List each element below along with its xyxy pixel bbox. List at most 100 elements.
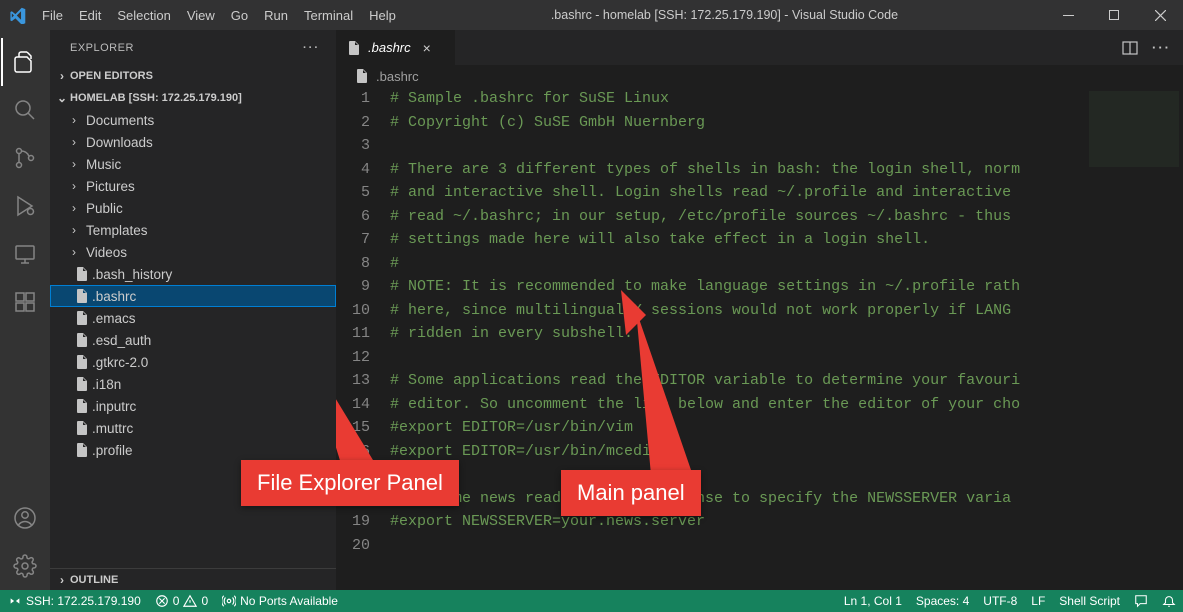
breadcrumb[interactable]: .bashrc [336,65,1183,87]
folder-label: Music [86,157,121,172]
menu-view[interactable]: View [179,0,223,30]
maximize-button[interactable] [1091,0,1137,30]
menu-go[interactable]: Go [223,0,256,30]
file-icon [72,442,92,458]
code-editor[interactable]: 1234567891011121314151617181920 # Sample… [336,87,1183,590]
status-bell-icon[interactable] [1155,590,1183,612]
status-eol[interactable]: LF [1024,590,1052,612]
status-cursor[interactable]: Ln 1, Col 1 [837,590,909,612]
window-controls [1045,0,1183,30]
menu-selection[interactable]: Selection [109,0,178,30]
folder-public[interactable]: ›Public [50,197,336,219]
file-esd_auth[interactable]: .esd_auth [50,329,336,351]
editor-tabs: .bashrc × ··· [336,30,1183,65]
file-label: .muttrc [92,421,133,436]
chevron-down-icon: ⌄ [54,91,70,105]
outline-label: OUTLINE [70,574,118,586]
file-icon [354,68,370,84]
tab-bashrc[interactable]: .bashrc × [336,30,456,65]
minimize-button[interactable] [1045,0,1091,30]
file-label: .gtkrc-2.0 [92,355,148,370]
file-gtkrc-2.0[interactable]: .gtkrc-2.0 [50,351,336,373]
status-ports-label: No Ports Available [240,594,338,608]
activity-search-icon[interactable] [1,86,49,134]
chevron-right-icon: › [72,201,86,215]
file-label: .profile [92,443,133,458]
activity-remote-icon[interactable] [1,230,49,278]
folder-label: Documents [86,113,154,128]
status-errors: 0 [173,594,180,608]
folder-music[interactable]: ›Music [50,153,336,175]
folder-label: Downloads [86,135,153,150]
status-ports[interactable]: No Ports Available [215,590,345,612]
activity-accounts-icon[interactable] [1,494,49,542]
sidebar-more-icon[interactable]: ··· [303,42,320,54]
file-i18n[interactable]: .i18n [50,373,336,395]
chevron-right-icon: › [72,245,86,259]
activity-bar [0,30,50,590]
chevron-right-icon: › [54,573,70,587]
file-bashrc[interactable]: .bashrc [50,285,336,307]
menu-file[interactable]: File [34,0,71,30]
open-editors-section[interactable]: › OPEN EDITORS [50,65,336,87]
window-title: .bashrc - homelab [SSH: 172.25.179.190] … [404,8,1045,22]
file-icon [72,354,92,370]
status-warnings: 0 [201,594,208,608]
file-bash_history[interactable]: .bash_history [50,263,336,285]
sidebar-title: EXPLORER ··· [50,30,336,65]
folder-documents[interactable]: ›Documents [50,109,336,131]
status-language[interactable]: Shell Script [1052,590,1127,612]
breadcrumb-label: .bashrc [376,69,419,84]
workspace-section[interactable]: ⌄ HOMELAB [SSH: 172.25.179.190] [50,87,336,109]
split-editor-icon[interactable] [1122,40,1138,56]
main-area: EXPLORER ··· › OPEN EDITORS ⌄ HOMELAB [S… [0,30,1183,590]
file-emacs[interactable]: .emacs [50,307,336,329]
file-icon [72,332,92,348]
activity-run-icon[interactable] [1,182,49,230]
outline-section[interactable]: › OUTLINE [50,568,336,590]
activity-extensions-icon[interactable] [1,278,49,326]
status-remote[interactable]: SSH: 172.25.179.190 [0,590,148,612]
file-label: .i18n [92,377,121,392]
folder-label: Public [86,201,123,216]
menu-edit[interactable]: Edit [71,0,109,30]
file-icon [72,310,92,326]
file-icon [72,288,92,304]
menu-terminal[interactable]: Terminal [296,0,361,30]
file-profile[interactable]: .profile [50,439,336,461]
workspace-label: HOMELAB [SSH: 172.25.179.190] [70,92,242,104]
close-button[interactable] [1137,0,1183,30]
file-tree[interactable]: ›Documents›Downloads›Music›Pictures›Publ… [50,109,336,568]
status-feedback-icon[interactable] [1127,590,1155,612]
folder-downloads[interactable]: ›Downloads [50,131,336,153]
status-problems[interactable]: 0 0 [148,590,215,612]
tab-label: .bashrc [368,40,411,55]
file-muttrc[interactable]: .muttrc [50,417,336,439]
chevron-right-icon: › [72,135,86,149]
file-icon [346,40,362,56]
file-icon [72,420,92,436]
tab-close-icon[interactable]: × [423,40,431,56]
menu-help[interactable]: Help [361,0,404,30]
activity-explorer-icon[interactable] [1,38,49,86]
file-label: .bashrc [92,289,136,304]
activity-settings-icon[interactable] [1,542,49,590]
file-label: .esd_auth [92,333,151,348]
folder-templates[interactable]: ›Templates [50,219,336,241]
activity-scm-icon[interactable] [1,134,49,182]
file-icon [72,266,92,282]
folder-label: Templates [86,223,148,238]
status-encoding[interactable]: UTF-8 [976,590,1024,612]
sidebar-title-label: EXPLORER [70,42,134,54]
folder-videos[interactable]: ›Videos [50,241,336,263]
minimap[interactable] [1083,87,1183,590]
file-label: .emacs [92,311,136,326]
menu-run[interactable]: Run [256,0,296,30]
file-inputrc[interactable]: .inputrc [50,395,336,417]
title-bar: File Edit Selection View Go Run Terminal… [0,0,1183,30]
line-numbers: 1234567891011121314151617181920 [336,87,390,590]
folder-pictures[interactable]: ›Pictures [50,175,336,197]
code-content[interactable]: # Sample .bashrc for SuSE Linux# Copyrig… [390,87,1083,590]
status-spaces[interactable]: Spaces: 4 [909,590,976,612]
editor-more-icon[interactable]: ··· [1152,40,1171,55]
